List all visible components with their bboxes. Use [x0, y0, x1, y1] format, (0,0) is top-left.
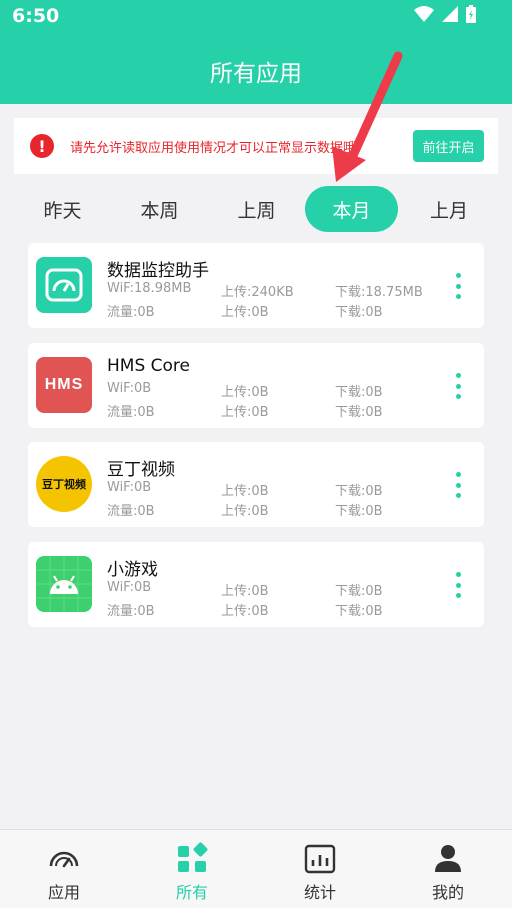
wifi-usage: WiF:0B — [107, 480, 152, 495]
douding-video-icon: 豆丁视频 — [36, 456, 92, 512]
nav-label: 应用 — [47, 883, 80, 902]
nav-label: 所有 — [175, 883, 208, 902]
alert-icon: ! — [30, 134, 54, 158]
nav-item-stats[interactable]: 统计 — [256, 830, 384, 908]
wifi-usage: WiF:0B — [107, 381, 152, 396]
tab-yesterday[interactable]: 昨天 — [14, 186, 111, 232]
hms-core-icon-text: HMS — [44, 376, 84, 393]
status-icons — [414, 5, 476, 23]
traffic-upload: 上传:0B — [221, 305, 269, 320]
permission-notice: ! 请先允许读取应用使用情况才可以正常显示数据哦 前往开启 — [14, 118, 498, 174]
traffic-usage: 流量:0B — [107, 604, 155, 619]
douding-video-icon-text: 豆丁视频 — [42, 478, 86, 491]
app-card[interactable]: 小游戏 WiF:0B 上传:0B 下载:0B 流量:0B 上传:0B 下载:0B — [28, 542, 484, 627]
more-options-icon[interactable] — [454, 373, 462, 399]
nav-label: 统计 — [303, 883, 336, 902]
nav-item-apps[interactable]: 应用 — [0, 830, 128, 908]
header: 6:50 所有应用 — [0, 0, 512, 104]
app-name: 豆丁视频 — [107, 460, 175, 480]
wifi-icon — [414, 6, 434, 22]
traffic-download: 下载:0B — [335, 504, 383, 519]
traffic-download: 下载:0B — [335, 405, 383, 420]
app-name: 小游戏 — [107, 560, 158, 580]
app-card[interactable]: 豆丁视频 豆丁视频 WiF:0B 上传:0B 下载:0B 流量:0B 上传:0B… — [28, 442, 484, 527]
nav-item-all[interactable]: 所有 — [128, 830, 256, 908]
wifi-usage: WiF:18.98MB — [107, 281, 192, 296]
app-name: HMS Core — [107, 356, 190, 376]
signal-icon — [442, 6, 458, 22]
app-name: 数据监控助手 — [107, 261, 209, 281]
enable-permission-button[interactable]: 前往开启 — [413, 130, 484, 162]
traffic-usage: 流量:0B — [107, 305, 155, 320]
user-icon — [435, 845, 461, 872]
nav-item-mine[interactable]: 我的 — [384, 830, 512, 908]
traffic-download: 下载:0B — [335, 305, 383, 320]
chart-icon — [304, 844, 336, 874]
more-options-icon[interactable] — [454, 472, 462, 498]
wifi-upload: 上传:0B — [221, 584, 269, 599]
wifi-download: 下载:0B — [335, 385, 383, 400]
wifi-upload: 上传:240KB — [221, 285, 294, 300]
tab-this-month[interactable]: 本月 — [305, 186, 398, 232]
grid-icon — [178, 842, 208, 872]
tab-last-week[interactable]: 上周 — [208, 186, 305, 232]
notice-text: 请先允许读取应用使用情况才可以正常显示数据哦 — [70, 140, 357, 156]
wifi-download: 下载:0B — [335, 584, 383, 599]
wifi-download: 下载:0B — [335, 484, 383, 499]
gauge-icon — [49, 851, 79, 868]
traffic-usage: 流量:0B — [107, 504, 155, 519]
status-time: 6:50 — [12, 5, 60, 27]
traffic-usage: 流量:0B — [107, 405, 155, 420]
page-title: 所有应用 — [210, 61, 302, 87]
app-card[interactable]: 数据监控助手 WiF:18.98MB 上传:240KB 下载:18.75MB 流… — [28, 243, 484, 328]
wifi-upload: 上传:0B — [221, 484, 269, 499]
wifi-upload: 上传:0B — [221, 385, 269, 400]
traffic-upload: 上传:0B — [221, 504, 269, 519]
bottom-nav: 应用 所有 统计 我的 — [0, 829, 512, 908]
traffic-upload: 上传:0B — [221, 604, 269, 619]
period-tabs: 昨天 本周 上周 本月 上月 — [14, 186, 498, 232]
speedometer-icon — [36, 257, 92, 313]
battery-icon — [466, 5, 476, 23]
tab-this-week[interactable]: 本周 — [111, 186, 208, 232]
app-card[interactable]: HMS HMS Core WiF:0B 上传:0B 下载:0B 流量:0B 上传… — [28, 343, 484, 428]
android-icon — [36, 556, 92, 612]
hms-core-icon: HMS — [36, 357, 92, 413]
traffic-upload: 上传:0B — [221, 405, 269, 420]
traffic-download: 下载:0B — [335, 604, 383, 619]
more-options-icon[interactable] — [454, 572, 462, 598]
tab-last-month[interactable]: 上月 — [400, 186, 498, 232]
wifi-usage: WiF:0B — [107, 580, 152, 595]
wifi-download: 下载:18.75MB — [335, 285, 423, 300]
nav-label: 我的 — [431, 883, 464, 902]
more-options-icon[interactable] — [454, 273, 462, 299]
